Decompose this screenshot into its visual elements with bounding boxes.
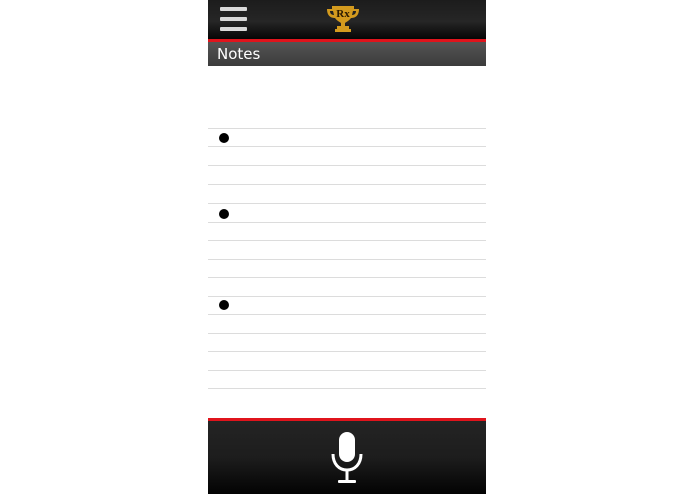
notes-header: Notes <box>208 42 486 66</box>
menu-button[interactable] <box>220 7 247 31</box>
ruled-line <box>208 333 486 334</box>
ruled-line <box>208 259 486 260</box>
page-title: Notes <box>217 45 261 63</box>
ruled-line <box>208 314 486 315</box>
ruled-line <box>208 370 486 371</box>
ruled-line <box>208 203 486 204</box>
menu-icon-bar <box>220 7 247 11</box>
top-toolbar: Rx <box>208 0 486 39</box>
bottom-toolbar <box>208 421 486 494</box>
bullet-point <box>219 209 229 219</box>
microphone-icon <box>331 432 363 483</box>
ruled-line <box>208 277 486 278</box>
ruled-line <box>208 240 486 241</box>
ruled-line <box>208 222 486 223</box>
svg-text:Rx: Rx <box>336 8 350 20</box>
ruled-line <box>208 388 486 389</box>
menu-icon-bar <box>220 17 247 21</box>
ruled-line <box>208 296 486 297</box>
ruled-line <box>208 146 486 147</box>
menu-icon-bar <box>220 27 247 31</box>
app-screen: Rx Notes <box>208 0 486 494</box>
bullet-point <box>219 300 229 310</box>
ruled-line <box>208 128 486 129</box>
ruled-line <box>208 184 486 185</box>
notes-text-area[interactable] <box>208 66 486 418</box>
ruled-line <box>208 351 486 352</box>
trophy-logo-icon: Rx <box>326 4 360 34</box>
ruled-line <box>208 165 486 166</box>
microphone-button[interactable] <box>329 430 365 486</box>
bullet-point <box>219 133 229 143</box>
